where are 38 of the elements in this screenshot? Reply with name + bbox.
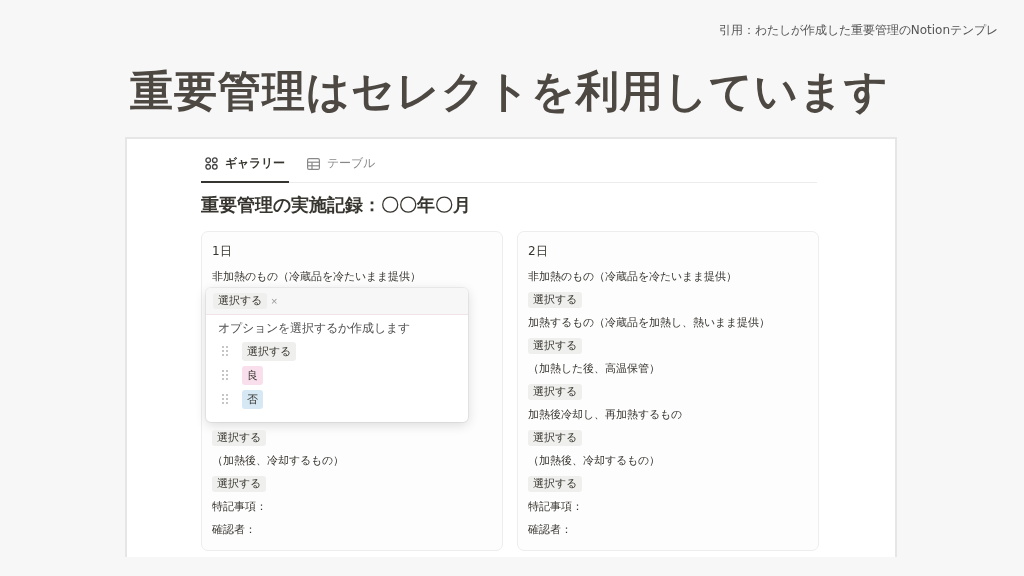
- card-title: 2日: [528, 243, 548, 260]
- select-tag[interactable]: 選択する: [528, 475, 582, 492]
- card-title: 1日: [212, 243, 232, 260]
- selected-tag: 選択する: [213, 293, 267, 309]
- select-tag[interactable]: 選択する: [212, 475, 266, 492]
- select-input[interactable]: 選択する ×: [206, 288, 468, 315]
- select-tag[interactable]: 選択する: [528, 383, 582, 400]
- database-title: 重要管理の実施記録：〇〇年〇月: [201, 193, 472, 217]
- field-label: 確認者：: [528, 522, 572, 537]
- field-label: 非加熱のもの（冷蔵品を冷たいまま提供）: [528, 269, 737, 284]
- option-tag[interactable]: 良: [242, 365, 263, 385]
- field-label: 加熱するもの（冷蔵品を加熱し、熱いまま提供）: [528, 315, 770, 330]
- option-tag[interactable]: 選択する: [242, 341, 296, 361]
- select-tag[interactable]: 選択する: [528, 337, 582, 354]
- view-tab[interactable]: テーブル: [303, 151, 379, 183]
- field-label: 確認者：: [212, 522, 256, 537]
- drag-handle-icon[interactable]: [222, 394, 228, 404]
- field-label: （加熱後、冷却するもの）: [528, 453, 660, 468]
- select-tag[interactable]: 選択する: [212, 429, 266, 446]
- dropdown-hint: オプションを選択するか作成します: [217, 320, 411, 337]
- gallery-card[interactable]: 2日 非加熱のもの（冷蔵品を冷たいまま提供） 選択する 加熱するもの（冷蔵品を加熱し、熱いまま提供） 選択する （加熱した後、高温保管） 選択する 加熱後冷却し、再加熱するもの 選択する （加熱後、冷却するもの） 選択する 特記事項： 確認者：: [517, 231, 819, 551]
- field-label: 加熱後冷却し、再加熱するもの: [528, 407, 682, 422]
- gallery-card[interactable]: 1日 非加熱のもの（冷蔵品を冷たいまま提供） 選択する × オプションを選択するか作成します 選択する 良 否 選択する （加熱後、冷却するもの） 選択する 特記事項： 確認者：: [201, 231, 503, 551]
- gallery-icon: [205, 157, 218, 170]
- option-tag[interactable]: 否: [242, 389, 263, 409]
- field-label: 非加熱のもの（冷蔵品を冷たいまま提供）: [212, 269, 421, 284]
- drag-handle-icon[interactable]: [222, 346, 228, 356]
- select-tag[interactable]: 選択する: [528, 429, 582, 446]
- citation-text: 引用：わたしが作成した重要管理のNotionテンプレ: [718, 22, 998, 39]
- select-tag[interactable]: 選択する: [528, 291, 582, 308]
- view-tab[interactable]: ギャラリー: [201, 151, 289, 183]
- field-label: 特記事項：: [528, 499, 583, 514]
- field-label: 特記事項：: [212, 499, 267, 514]
- field-label: （加熱後、冷却するもの）: [212, 453, 344, 468]
- slide-heading: 重要管理はセレクトを利用しています: [130, 65, 890, 118]
- field-label: （加熱した後、高温保管）: [528, 361, 660, 376]
- table-icon: [307, 157, 320, 170]
- drag-handle-icon[interactable]: [222, 370, 228, 380]
